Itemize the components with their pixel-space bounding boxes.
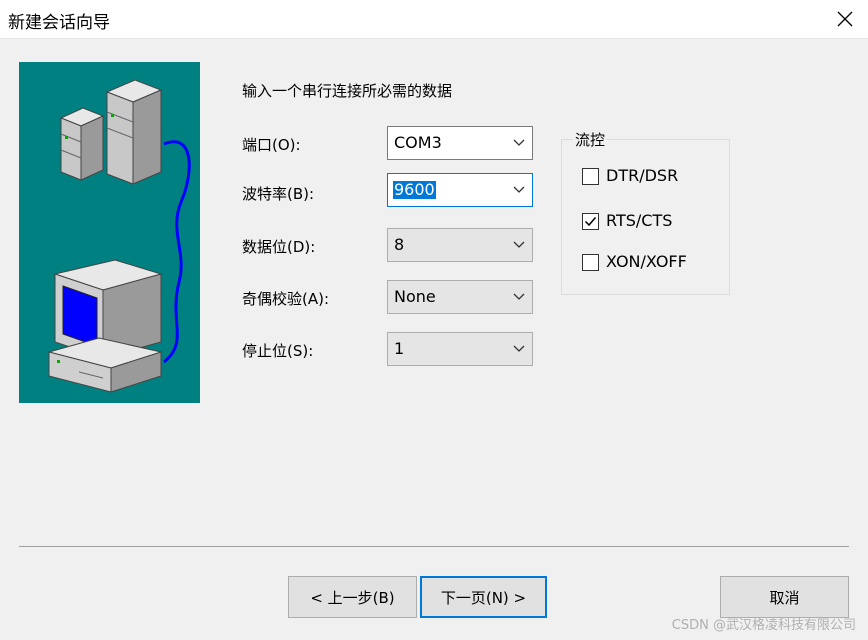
chevron-down-icon [513,241,525,248]
title-bar: 新建会话向导 [0,0,868,39]
rts-cts-label[interactable]: RTS/CTS [606,211,672,230]
cancel-button[interactable]: 取消 [720,576,849,618]
chevron-down-icon [513,293,525,300]
close-icon [837,11,853,27]
port-value: COM3 [394,133,442,152]
next-button[interactable]: 下一页(N) > [420,576,547,618]
dtr-dsr-checkbox[interactable] [582,168,599,185]
parity-label: 奇偶校验(A): [242,290,330,308]
chevron-down-icon [513,345,525,352]
network-illustration-icon [47,79,191,393]
watermark: CSDN @武汉格凌科技有限公司 [671,618,856,633]
stop-bits-select[interactable]: 1 [387,332,533,366]
chevron-down-icon [513,139,525,146]
intro-text: 输入一个串行连接所必需的数据 [242,82,453,100]
checkmark-icon [584,217,597,227]
baud-rate-value: 9600 [393,180,436,199]
baud-rate-label: 波特率(B): [242,185,315,203]
port-label: 端口(O): [242,136,301,154]
data-bits-label: 数据位(D): [242,238,316,256]
window-title: 新建会话向导 [8,13,110,33]
rts-cts-checkbox[interactable] [582,213,599,230]
stop-bits-value: 1 [394,339,405,358]
port-select[interactable]: COM3 [387,126,533,160]
servers-and-computer-illustration [19,62,200,403]
xon-xoff-label[interactable]: XON/XOFF [606,252,687,271]
dtr-dsr-label[interactable]: DTR/DSR [606,166,678,185]
parity-select[interactable]: None [387,280,533,314]
data-bits-value: 8 [394,235,405,254]
back-button[interactable]: < 上一步(B) [288,576,417,618]
close-button[interactable] [822,0,868,38]
divider [19,546,849,547]
chevron-down-icon [513,186,525,193]
xon-xoff-checkbox[interactable] [582,254,599,271]
stop-bits-label: 停止位(S): [242,342,314,360]
data-bits-select[interactable]: 8 [387,228,533,262]
flow-control-title: 流控 [573,129,608,150]
baud-rate-select[interactable]: 9600 [387,173,533,207]
parity-value: None [394,287,436,306]
